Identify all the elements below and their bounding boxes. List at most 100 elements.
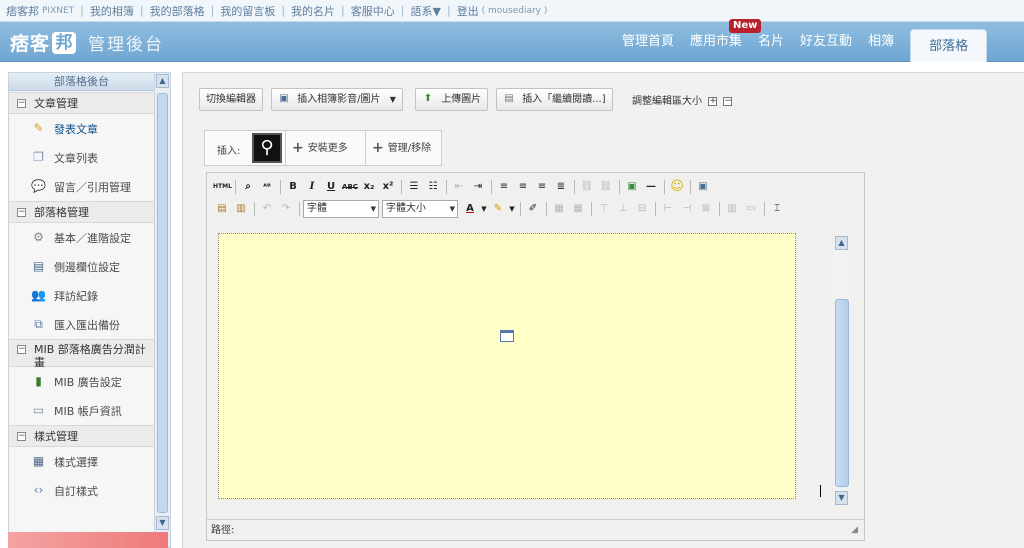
nav-album[interactable]: 相簿 [860,22,902,62]
sidebar-item-post-list[interactable]: ❐ 文章列表 [9,143,155,172]
table-props-icon[interactable]: ▦ [569,200,587,218]
horizontal-rule-icon[interactable]: — [642,178,660,196]
my-guestbook-link[interactable]: 我的留言板 [220,3,275,19]
page-break-icon[interactable]: ⌶ [768,200,786,218]
col-after-icon[interactable]: ⊣ [678,200,696,218]
indent-icon[interactable]: ⇥ [469,178,487,196]
find-icon[interactable]: ⌕ [239,178,257,196]
scroll-down-icon[interactable]: ▼ [156,516,169,530]
sidebar-scrollbar[interactable]: ▲ ▼ [154,73,170,547]
align-right-icon[interactable]: ≡ [533,178,551,196]
support-center-link[interactable]: 客服中心 [351,3,395,19]
highlight-color-icon[interactable]: ✎ [489,200,507,218]
section-style-management[interactable]: − 樣式管理 [9,425,155,447]
nav-admin-home[interactable]: 管理首頁 [614,22,682,62]
shrink-icon[interactable]: − [723,96,733,106]
smiley-icon[interactable]: ☺ [668,178,686,196]
nav-friends[interactable]: 好友互動 [792,22,860,62]
highlight-dropdown-icon[interactable]: ▼ [508,200,516,218]
link-icon[interactable]: ⛓ [578,178,596,196]
scrollbar-thumb[interactable] [157,93,168,513]
text-color-dropdown-icon[interactable]: ▼ [480,200,488,218]
sidebar-item-style-select[interactable]: ▦ 樣式選擇 [9,447,155,476]
table-icon[interactable]: ▦ [550,200,568,218]
sidebar-item-new-post[interactable]: ✎ 發表文章 [9,114,155,143]
media-embed-icon[interactable]: ▣ [694,178,712,196]
nav-blog[interactable]: 部落格 [910,29,988,62]
redo-icon[interactable]: ↷ [277,200,295,218]
sidebar-item-comments[interactable]: 💬 留言／引用管理 [9,172,155,201]
scroll-up-icon[interactable]: ▲ [156,74,169,88]
bold-icon[interactable]: B [284,178,302,196]
delete-col-icon[interactable]: ⊠ [697,200,715,218]
sidebar-item-custom-style[interactable]: ‹› 自訂樣式 [9,476,155,505]
switch-editor-button[interactable]: 切換編輯器 [199,88,263,111]
collapse-icon[interactable]: − [17,431,26,441]
paste-word-icon[interactable]: ▥ [232,200,250,218]
sidebar-item-sidebar-settings[interactable]: ▤ 側邊欄位設定 [9,252,155,281]
row-before-icon[interactable]: ⊤ [595,200,613,218]
html-source-icon[interactable]: HTML [213,178,232,196]
font-size-select[interactable]: 字體大小 ▼ [382,200,458,218]
insert-media-button[interactable]: ▣ 插入相簿影音/圖片 ▼ [271,88,403,111]
nav-app-market[interactable]: 應用市集 New [682,19,762,62]
map-pin-plugin-button[interactable]: ⚲ [252,133,282,163]
align-left-icon[interactable]: ≡ [495,178,513,196]
section-mib-ads[interactable]: − MIB 部落格廣告分潤計畫 [9,339,155,369]
expand-icon[interactable]: + [708,96,718,106]
section-article-management[interactable]: − 文章管理 [9,92,155,114]
sidebar-item-mib-ad-settings[interactable]: ▮ MIB 廣告設定 [9,367,155,396]
scroll-down-icon[interactable]: ▼ [835,491,848,505]
collapse-icon[interactable]: − [17,98,26,108]
editor-content-area[interactable] [218,233,796,499]
strikethrough-icon[interactable]: ABC [341,178,359,196]
align-center-icon[interactable]: ≡ [514,178,532,196]
row-after-icon[interactable]: ⊥ [614,200,632,218]
unordered-list-icon[interactable]: ☷ [424,178,442,196]
sidebar-item-visit-log[interactable]: 👥 拜訪紀錄 [9,281,155,310]
sidebar-item-import-export[interactable]: ⧉ 匯入匯出備份 [9,310,155,339]
italic-icon[interactable]: I [303,178,321,196]
split-cells-icon[interactable]: ▥ [723,200,741,218]
subscript-icon[interactable]: x₂ [360,178,378,196]
my-blog-link[interactable]: 我的部落格 [150,3,205,19]
language-menu[interactable]: 語系▼ [410,3,440,19]
manage-remove-button[interactable]: + 管理/移除 [365,131,437,165]
collapse-icon[interactable]: − [17,207,26,217]
scroll-up-icon[interactable]: ▲ [835,236,848,250]
ordered-list-icon[interactable]: ☰ [405,178,423,196]
insert-image-icon[interactable]: ▣ [623,178,641,196]
pixnet-sub-link[interactable]: PIXNET [42,6,74,16]
ad-banner-fragment[interactable] [8,532,168,548]
pixnet-logo[interactable]: 痞客 邦 管理後台 [10,29,164,56]
install-more-button[interactable]: + 安裝更多 [285,131,354,165]
outdent-icon[interactable]: ⇤ [450,178,468,196]
pixnet-link[interactable]: 痞客邦 [6,3,39,19]
justify-icon[interactable]: ≣ [552,178,570,196]
nav-card[interactable]: 名片 [750,22,792,62]
undo-icon[interactable]: ↶ [258,200,276,218]
my-album-link[interactable]: 我的相簿 [90,3,134,19]
logout-link[interactable]: 登出 [457,3,479,19]
col-before-icon[interactable]: ⊢ [659,200,677,218]
sidebar-item-mib-account[interactable]: ▭ MIB 帳戶資訊 [9,396,155,425]
text-color-icon[interactable]: A [461,200,479,218]
unlink-icon[interactable]: ⛓ [597,178,615,196]
upload-image-button[interactable]: ⬆ 上傳圖片 [415,88,489,111]
clean-format-icon[interactable]: ✐ [524,200,542,218]
underline-icon[interactable]: U [322,178,340,196]
merge-cells-icon[interactable]: ▭ [742,200,760,218]
my-card-link[interactable]: 我的名片 [291,3,335,19]
section-blog-management[interactable]: − 部落格管理 [9,201,155,223]
editor-scrollbar[interactable]: ▲ ▼ [834,235,850,507]
scrollbar-thumb[interactable] [835,299,849,487]
embedded-object-icon[interactable] [500,330,514,342]
spellcheck-icon[interactable]: ᴬᴮ [258,178,276,196]
superscript-icon[interactable]: x² [379,178,397,196]
font-family-select[interactable]: 字體 ▼ [303,200,379,218]
delete-row-icon[interactable]: ⊟ [633,200,651,218]
paste-text-icon[interactable]: ▤ [213,200,231,218]
resize-grip-icon[interactable]: ◢ [851,525,858,535]
collapse-icon[interactable]: − [17,345,26,354]
insert-read-more-button[interactable]: ▤ 插入「繼續閱讀...] [496,88,613,111]
